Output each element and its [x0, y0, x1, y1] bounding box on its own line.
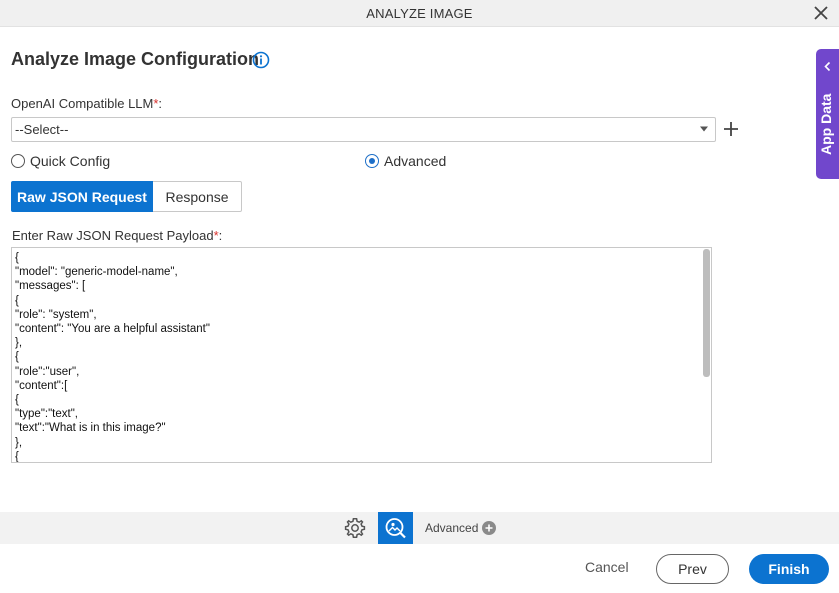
json-line: { — [15, 351, 19, 364]
bottom-toolbar — [0, 512, 839, 544]
app-data-label: App Data — [818, 93, 834, 155]
llm-label-text: OpenAI Compatible LLM — [11, 96, 154, 111]
window-title: ANALYZE IMAGE — [366, 6, 473, 21]
json-line: "role": "system", — [15, 308, 97, 321]
title-bar: ANALYZE IMAGE — [0, 0, 839, 27]
prev-button[interactable]: Prev — [656, 554, 729, 584]
advanced-toggle[interactable]: Advanced — [425, 521, 497, 535]
label-colon: : — [158, 96, 163, 111]
json-line: "type":"text", — [15, 408, 78, 421]
request-tabs: Raw JSON Request Response — [11, 181, 242, 212]
close-icon[interactable] — [812, 4, 830, 22]
radio-quick-config[interactable]: Quick Config — [11, 153, 110, 169]
json-payload-textarea[interactable]: { "model": "generic-model-name", "messages… — [11, 247, 712, 463]
json-line: "content": "You are a helpful assistant" — [15, 323, 210, 336]
advanced-label: Advanced — [425, 521, 479, 535]
llm-field-label: OpenAI Compatible LLM*: — [11, 96, 162, 111]
payload-label-text: Enter Raw JSON Request Payload — [12, 228, 214, 243]
scrollbar-thumb[interactable] — [703, 249, 710, 377]
radio-advanced-label: Advanced — [384, 153, 447, 169]
caret-down-icon — [700, 126, 708, 132]
json-payload-text: { "model": "generic-model-name", "messages… — [15, 251, 210, 463]
finish-button[interactable]: Finish — [749, 554, 829, 584]
tab-raw-json-request[interactable]: Raw JSON Request — [11, 181, 153, 212]
chevron-left-icon — [824, 61, 831, 72]
radio-advanced-circle[interactable] — [365, 154, 379, 168]
tab-response[interactable]: Response — [153, 181, 242, 212]
llm-select[interactable]: --Select-- — [11, 117, 716, 142]
json-line: "role":"user", — [15, 365, 80, 378]
json-line: "model": "generic-model-name", — [15, 266, 178, 279]
image-search-icon — [385, 518, 406, 539]
json-line: { — [15, 252, 19, 264]
json-line: }, — [15, 337, 23, 350]
json-line: "text":"What is in this image?" — [15, 422, 166, 435]
llm-select-value: --Select-- — [15, 122, 69, 137]
plus-circle-icon — [482, 521, 497, 535]
info-icon[interactable] — [252, 51, 270, 69]
json-line: { — [15, 394, 19, 407]
json-line: { — [15, 450, 19, 463]
radio-quick-config-label: Quick Config — [30, 153, 111, 169]
radio-advanced[interactable]: Advanced — [365, 153, 446, 169]
json-line: "messages": [ — [15, 280, 86, 293]
cancel-button[interactable]: Cancel — [585, 559, 629, 575]
payload-field-label: Enter Raw JSON Request Payload*: — [12, 228, 222, 243]
analyze-image-button[interactable] — [378, 512, 413, 544]
gear-icon[interactable] — [343, 516, 367, 540]
add-llm-button[interactable] — [723, 121, 739, 137]
page-title: Analyze Image Configuration — [11, 49, 260, 69]
json-line: "content":[ — [15, 379, 68, 392]
json-line: }, — [15, 436, 23, 449]
radio-quick-config-circle[interactable] — [11, 154, 25, 168]
label-colon: : — [218, 228, 223, 243]
app-data-tab[interactable]: App Data — [816, 49, 839, 179]
json-line: { — [15, 294, 19, 307]
